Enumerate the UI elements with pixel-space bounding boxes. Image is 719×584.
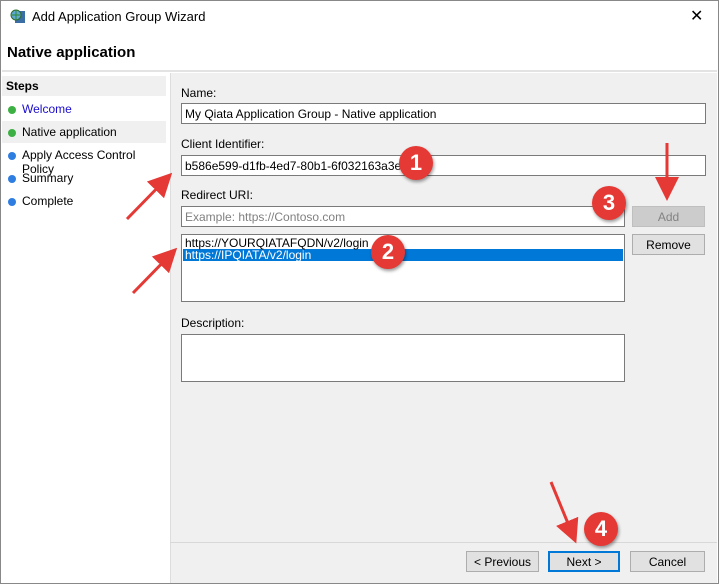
- step-summary: Summary: [2, 167, 166, 189]
- description-label: Description:: [181, 316, 245, 330]
- step-label: Summary: [22, 171, 74, 185]
- client-identifier-input[interactable]: b586e599-d1fb-4ed7-80b1-6f032163a3e4: [181, 155, 706, 176]
- step-welcome: Welcome: [2, 98, 166, 120]
- window-title: Add Application Group Wizard: [32, 9, 206, 24]
- name-label: Name:: [181, 86, 217, 100]
- annotation-badge-3: 3: [592, 186, 626, 220]
- next-button[interactable]: Next >: [548, 551, 620, 572]
- step-label: Welcome: [22, 102, 72, 116]
- step-label: Complete: [22, 194, 74, 208]
- step-apply-access-control-policy: Apply Access Control Policy: [2, 144, 166, 176]
- page-heading: Native application: [7, 44, 136, 61]
- add-button[interactable]: Add: [632, 206, 705, 227]
- server-globe-icon: [10, 8, 26, 24]
- footer-divider: [170, 542, 717, 543]
- annotation-badge-1: 1: [399, 146, 433, 180]
- redirect-uri-input[interactable]: Example: https://Contoso.com: [181, 206, 625, 227]
- steps-heading: Steps: [6, 79, 39, 93]
- client-identifier-label: Client Identifier:: [181, 137, 265, 151]
- cancel-button[interactable]: Cancel: [630, 551, 705, 572]
- previous-button[interactable]: < Previous: [466, 551, 539, 572]
- step-complete: Complete: [2, 190, 166, 212]
- name-input[interactable]: My Qiata Application Group - Native appl…: [181, 103, 706, 124]
- close-icon[interactable]: ✕: [690, 6, 703, 26]
- step-label: Native application: [22, 125, 117, 139]
- step-native-application: Native application: [2, 121, 166, 143]
- divider: [2, 70, 717, 72]
- annotation-badge-4: 4: [584, 512, 618, 546]
- redirect-uri-label: Redirect URI:: [181, 188, 254, 202]
- remove-button[interactable]: Remove: [632, 234, 705, 255]
- annotation-badge-2: 2: [371, 235, 405, 269]
- description-textarea[interactable]: [181, 334, 625, 382]
